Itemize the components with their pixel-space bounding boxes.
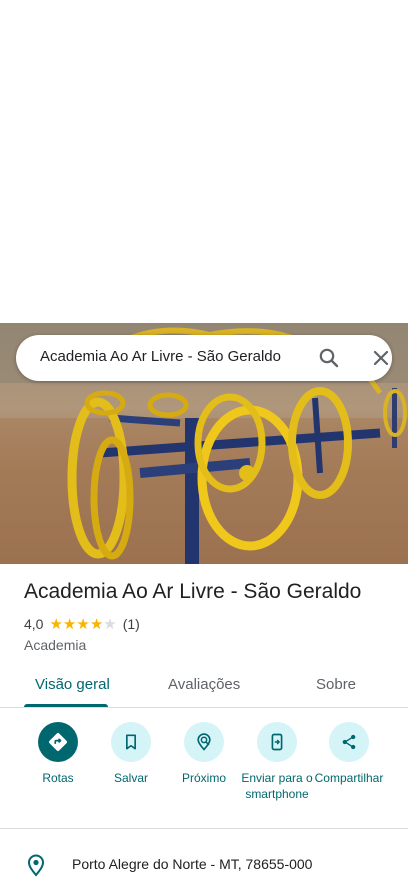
directions-label: Rotas <box>42 771 74 785</box>
tab-bar: Visão geral Avaliações Sobre <box>0 664 408 708</box>
address-row[interactable]: Porto Alegre do Norte - MT, 78655-000 <box>0 846 408 882</box>
share-button[interactable]: Compartilhar <box>311 722 387 786</box>
rating-row[interactable]: 4,0 ★ ★ ★ ★ ★ (1) <box>24 615 140 633</box>
search-bar[interactable]: Academia Ao Ar Livre - São Geraldo <box>16 335 392 381</box>
send-to-phone-icon <box>257 722 297 762</box>
address-text: Porto Alegre do Norte - MT, 78655-000 <box>72 856 313 872</box>
directions-button[interactable]: Rotas <box>20 722 96 786</box>
place-category: Academia <box>24 637 87 653</box>
close-icon[interactable] <box>369 346 393 370</box>
star-icon: ★ <box>49 615 63 633</box>
review-count[interactable]: (1) <box>123 616 140 632</box>
divider <box>0 707 408 708</box>
divider <box>0 828 408 829</box>
nearby-button[interactable]: Próximo <box>166 722 242 786</box>
place-title: Academia Ao Ar Livre - São Geraldo <box>24 580 362 603</box>
star-icon: ★ <box>76 615 90 633</box>
share-label: Compartilhar <box>314 771 384 785</box>
rating-value: 4,0 <box>24 616 44 632</box>
send-to-phone-label: Enviar para o smartphone <box>241 771 313 801</box>
rating-stars: ★ ★ ★ ★ ★ <box>49 617 116 632</box>
share-icon <box>329 722 369 762</box>
tab-reviews[interactable]: Avaliações <box>168 676 240 693</box>
bookmark-icon <box>111 722 151 762</box>
save-button[interactable]: Salvar <box>93 722 169 786</box>
send-to-phone-button[interactable]: Enviar para o smartphone <box>239 722 315 802</box>
search-query[interactable]: Academia Ao Ar Livre - São Geraldo <box>40 348 281 365</box>
tab-overview[interactable]: Visão geral <box>35 676 110 693</box>
tab-about[interactable]: Sobre <box>316 676 356 693</box>
save-label: Salvar <box>113 771 148 785</box>
star-icon: ★ <box>89 615 104 633</box>
nearby-icon <box>184 722 224 762</box>
place-details-page: Academia Ao Ar Livre - São Geraldo Acade… <box>0 0 408 886</box>
star-icon: ★ <box>62 615 77 633</box>
directions-icon <box>38 722 78 762</box>
location-pin-icon <box>24 853 48 877</box>
nearby-label: Próximo <box>181 771 226 785</box>
star-empty-icon: ★ <box>103 615 117 633</box>
search-icon[interactable] <box>317 346 341 370</box>
